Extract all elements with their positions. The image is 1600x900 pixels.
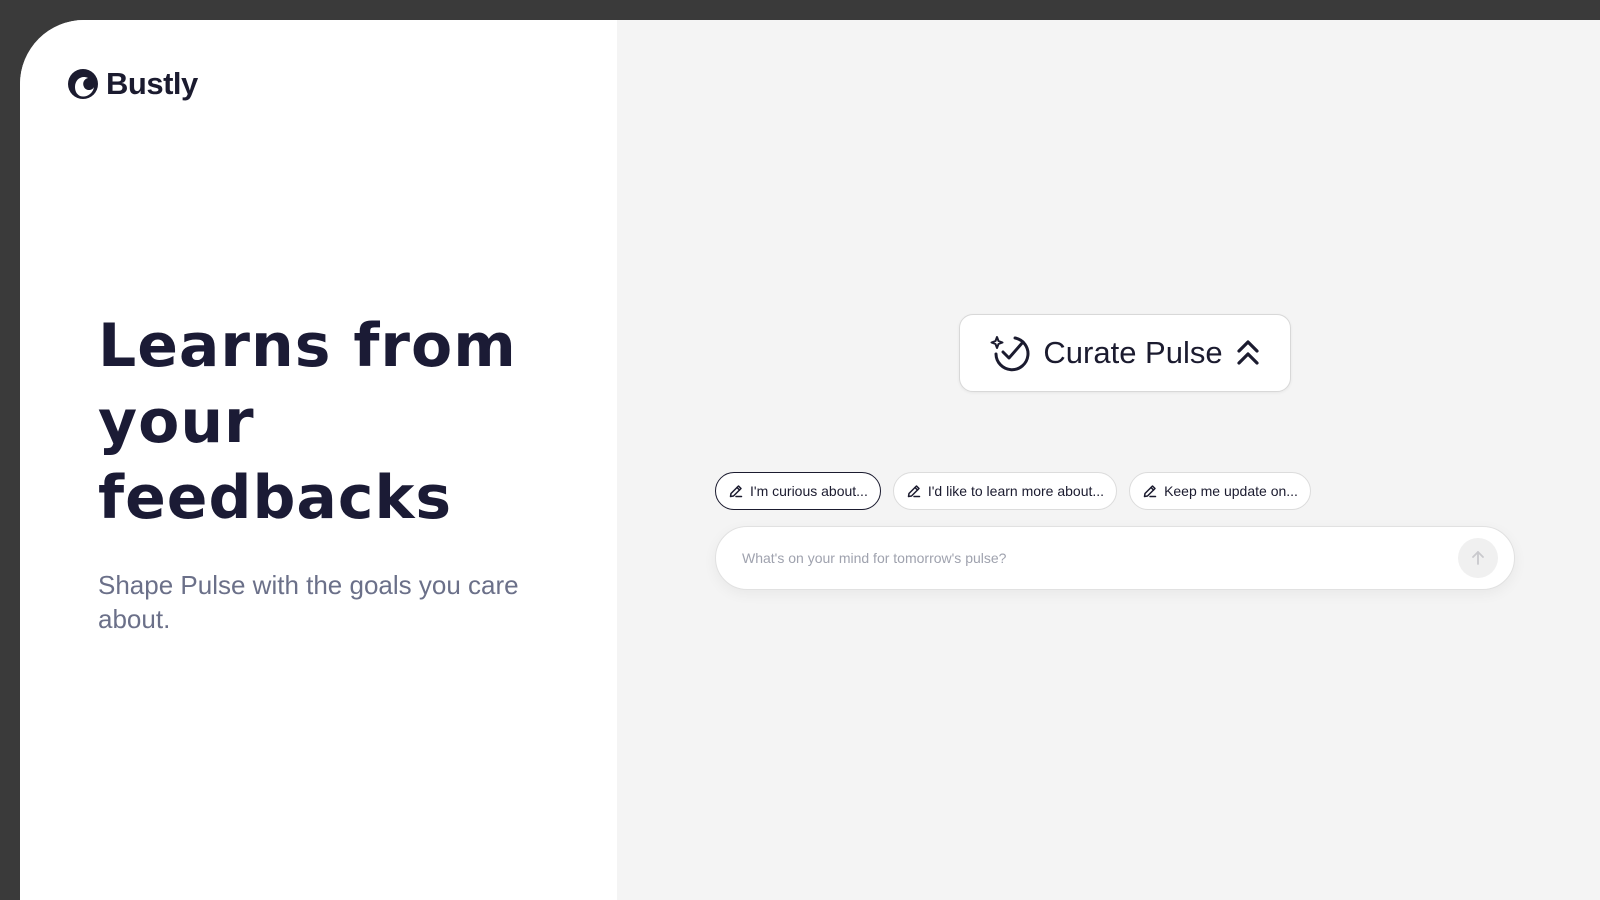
send-button[interactable] [1458,538,1498,578]
left-panel: Bustly Learns from your feedbacks Shape … [20,20,617,900]
suggestion-chip-keep-updated[interactable]: Keep me update on... [1129,472,1311,510]
suggestion-chip-label: I'm curious about... [750,483,868,499]
pencil-icon [728,483,744,499]
right-panel: Curate Pulse I'm curious about... I'd li… [617,20,1600,900]
suggestion-chip-label: I'd like to learn more about... [927,483,1105,499]
double-chevron-up-icon [1235,338,1261,368]
sparkle-check-icon [989,332,1031,374]
pulse-input[interactable] [740,549,1458,567]
arrow-up-icon [1469,549,1487,567]
suggestion-chips: I'm curious about... I'd like to learn m… [715,472,1311,510]
pulse-composer [715,526,1515,590]
hero-headline: Learns from your feedbacks [98,311,517,533]
brand-logo[interactable]: Bustly [66,66,198,102]
suggestion-chip-learn-more[interactable]: I'd like to learn more about... [892,472,1118,510]
hero-subtitle: Shape Pulse with the goals you care abou… [98,570,519,634]
curate-pulse-button[interactable]: Curate Pulse [959,314,1291,392]
pencil-icon [1142,483,1158,499]
pencil-icon [906,483,922,499]
app-window: Bustly Learns from your feedbacks Shape … [20,20,1600,900]
brand-name: Bustly [106,66,198,101]
suggestion-chip-curious[interactable]: I'm curious about... [715,472,881,510]
curate-pulse-label: Curate Pulse [1043,335,1223,370]
suggestion-chip-label: Keep me update on... [1164,483,1298,499]
globe-swirl-icon [66,67,100,101]
